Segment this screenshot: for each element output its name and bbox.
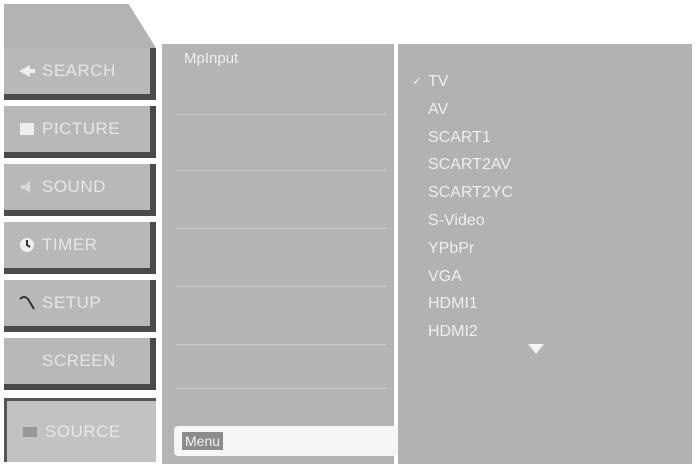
source-item-av[interactable]: AV: [412, 96, 513, 124]
source-item-scart1[interactable]: SCART1: [412, 124, 513, 152]
tab-sound[interactable]: SOUND: [4, 164, 156, 216]
source-item-ypbpr[interactable]: YPbPr: [412, 235, 513, 263]
wrench-icon: [16, 294, 38, 312]
tab-screen-label: SCREEN: [42, 351, 116, 370]
menu-label: Menu: [182, 432, 224, 450]
source-item-tv[interactable]: ✓ TV: [412, 68, 513, 96]
tab-search[interactable]: SEARCH: [4, 48, 156, 100]
search-icon: [16, 62, 38, 80]
divider: [176, 286, 386, 287]
divider: [176, 114, 386, 115]
sidebar: SEARCH PICTURE SOUND TIMER SETUP SCREEN …: [0, 0, 160, 468]
divider: [176, 228, 386, 229]
tab-setup[interactable]: SETUP: [4, 280, 156, 332]
divider: [176, 344, 386, 345]
tab-search-label: SEARCH: [42, 61, 116, 80]
tv-osd-screen: SEARCH PICTURE SOUND TIMER SETUP SCREEN …: [0, 0, 696, 468]
tab-source[interactable]: SOURCE: [4, 398, 156, 462]
tab-screen[interactable]: SCREEN: [4, 338, 156, 390]
source-item-scart2yc[interactable]: SCART2YC: [412, 179, 513, 207]
tab-source-label: SOURCE: [45, 421, 121, 441]
menu-hint[interactable]: Menu: [174, 426, 398, 456]
divider: [176, 388, 386, 389]
panel-title: MpInput: [184, 50, 239, 67]
source-item-scart2av[interactable]: SCART2AV: [412, 151, 513, 179]
source-icon: [19, 423, 41, 441]
tab-setup-label: SETUP: [42, 293, 102, 312]
tab-timer-label: TIMER: [42, 235, 98, 254]
source-item-svideo[interactable]: S-Video: [412, 207, 513, 235]
screen-icon: [16, 352, 38, 370]
scroll-down-icon[interactable]: [528, 344, 544, 354]
source-list: ✓ TV AV SCART1 SCART2AV SCART2YC S-Video …: [412, 68, 513, 346]
sidebar-corner: [4, 4, 156, 48]
picture-icon: [16, 120, 38, 138]
tab-picture[interactable]: PICTURE: [4, 106, 156, 158]
divider: [176, 170, 386, 171]
check-icon: ✓: [412, 74, 423, 88]
source-panel: ✓ TV AV SCART1 SCART2AV SCART2YC S-Video …: [398, 44, 692, 464]
source-item-vga[interactable]: VGA: [412, 263, 513, 291]
clock-icon: [16, 236, 38, 254]
tab-picture-label: PICTURE: [42, 119, 121, 138]
middle-panel: MpInput Menu: [162, 44, 398, 464]
source-item-hdmi2[interactable]: HDMI2: [412, 318, 513, 346]
tab-timer[interactable]: TIMER: [4, 222, 156, 274]
tab-sound-label: SOUND: [42, 177, 106, 196]
sound-icon: [16, 178, 38, 196]
source-item-hdmi1[interactable]: HDMI1: [412, 290, 513, 318]
